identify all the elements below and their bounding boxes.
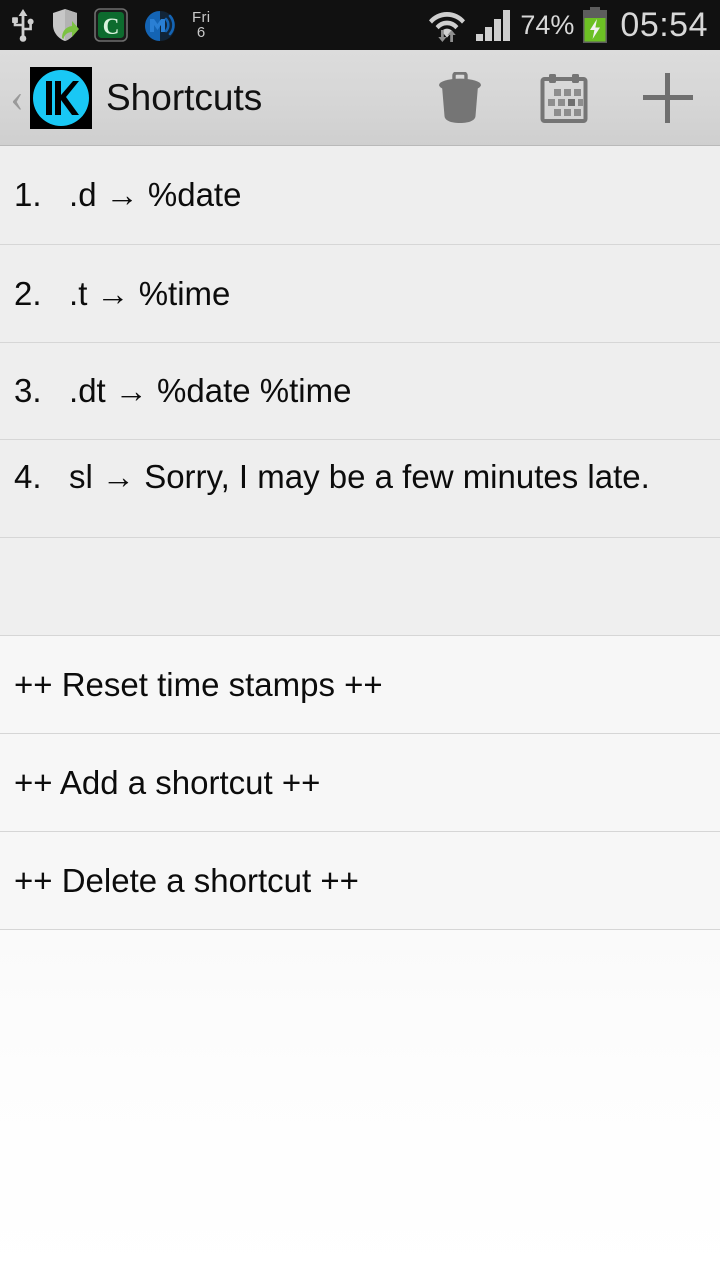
status-date-day: 6	[196, 23, 206, 41]
list-empty-area	[0, 930, 720, 1280]
action-label: ++ Reset time stamps ++	[14, 665, 383, 703]
shield-security-icon	[53, 9, 79, 41]
reset-time-stamps-item[interactable]: ++ Reset time stamps ++	[0, 636, 720, 734]
add-icon	[643, 72, 693, 123]
list-item-blank[interactable]	[0, 538, 720, 636]
list-item[interactable]: 2. .t → %time	[0, 245, 720, 343]
status-date: Fri 6	[192, 10, 210, 41]
shortcut-text: 1. .d → %date	[14, 176, 242, 213]
shortcut-list: 1. .d → %date 2. .t → %time 3. .dt → %da…	[0, 146, 720, 930]
list-item[interactable]: 1. .d → %date	[0, 146, 720, 245]
c-app-icon: C	[94, 8, 128, 42]
battery-percent-label: 74%	[520, 9, 575, 40]
list-item[interactable]: 4. sl → Sorry, I may be a few minutes la…	[0, 440, 720, 538]
m-wireless-icon	[145, 11, 175, 41]
page-title: Shortcuts	[106, 76, 263, 118]
battery-charging-icon	[583, 7, 608, 43]
svg-text:C: C	[103, 14, 120, 39]
delete-shortcut-item[interactable]: ++ Delete a shortcut ++	[0, 832, 720, 930]
add-shortcut-item[interactable]: ++ Add a shortcut ++	[0, 734, 720, 832]
app-icon-k-glyph	[55, 80, 79, 115]
action-label: ++ Add a shortcut ++	[14, 763, 321, 801]
wifi-data-transfer-icon	[429, 12, 466, 42]
delete-button[interactable]	[408, 50, 512, 146]
calendar-button[interactable]	[512, 50, 616, 146]
status-bar-right: 74% 05:54	[428, 7, 708, 43]
action-bar-buttons	[408, 50, 720, 146]
app-icon-disc	[33, 69, 89, 126]
calendar-icon	[540, 73, 588, 123]
shortcut-text: 2. .t → %time	[14, 274, 231, 312]
usb-icon	[12, 9, 34, 42]
status-date-weekday: Fri	[192, 8, 211, 26]
status-bar[interactable]: C Fri 6 74% 05:54	[0, 0, 720, 50]
delete-icon	[439, 71, 481, 123]
app-icon[interactable]	[30, 66, 92, 129]
shortcut-text: 3. .dt → %date %time	[14, 372, 352, 409]
status-bar-left-icons: C Fri 6	[10, 8, 210, 42]
status-clock: 05:54	[620, 6, 708, 44]
cellular-signal-icon	[476, 10, 511, 41]
action-label: ++ Delete a shortcut ++	[14, 861, 359, 899]
shortcut-text: 4. sl → Sorry, I may be a few minutes la…	[14, 458, 650, 495]
list-item[interactable]: 3. .dt → %date %time	[0, 343, 720, 440]
back-chevron-icon[interactable]: ‹	[4, 77, 30, 118]
add-button[interactable]	[616, 50, 720, 146]
action-bar: ‹ Shortcuts	[0, 50, 720, 146]
